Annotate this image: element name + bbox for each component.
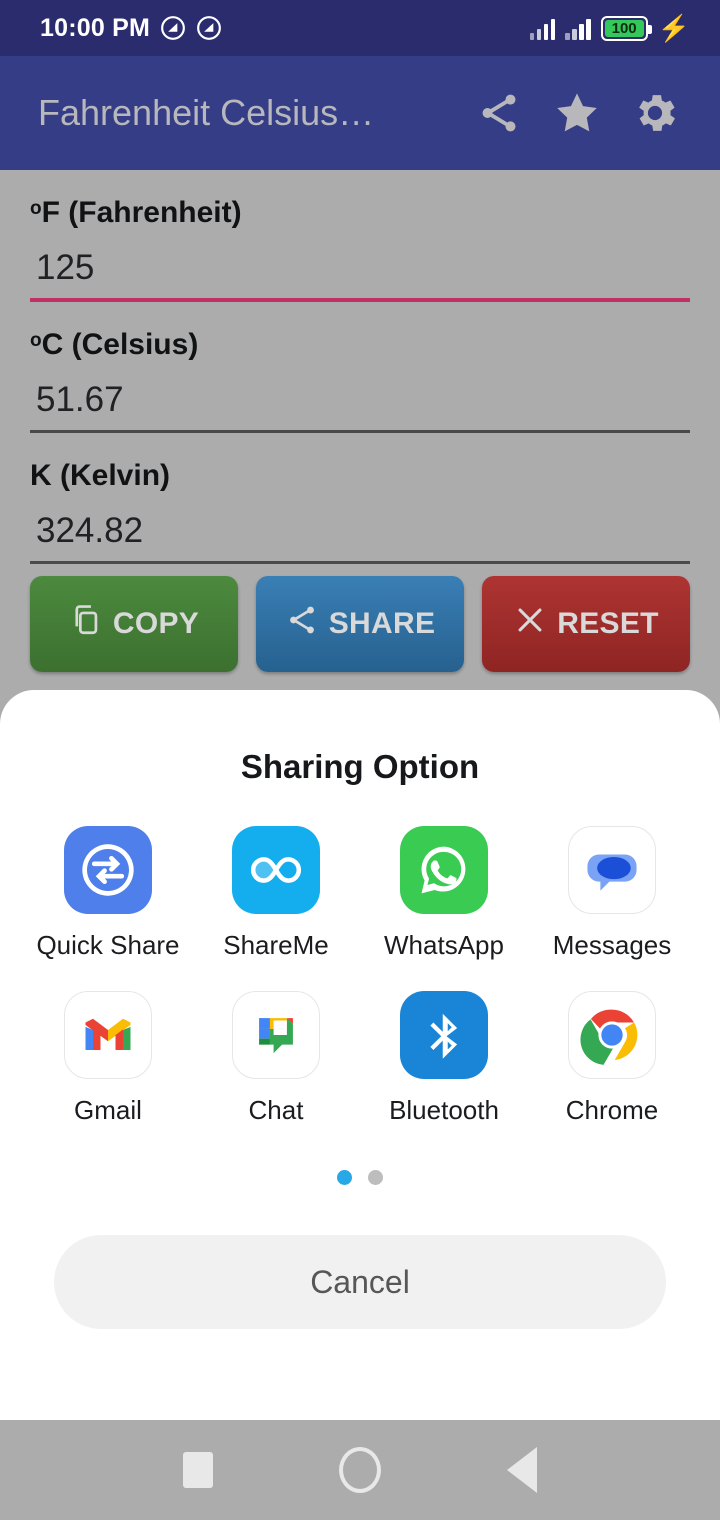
status-bar-right: 100 ⚡ xyxy=(529,13,704,43)
copy-button[interactable]: COPY xyxy=(30,576,238,672)
share-target-bluetooth[interactable]: Bluetooth xyxy=(360,991,528,1126)
share-target-shareme[interactable]: ShareMe xyxy=(192,826,360,961)
battery-icon: 100 xyxy=(600,15,652,41)
share-app-grid: Quick Share ShareMe WhatsApp Messages Gm… xyxy=(0,786,720,1126)
action-button-row: COPY SHARE RESET xyxy=(0,564,720,672)
charging-bolt-icon: ⚡ xyxy=(657,13,690,43)
circle-icon[interactable] xyxy=(339,1447,381,1493)
pager-dot-1[interactable] xyxy=(337,1170,352,1185)
status-bar-left: 10:00 PM xyxy=(16,14,222,43)
share-icon[interactable] xyxy=(460,74,538,152)
system-nav-bar xyxy=(0,1420,720,1520)
google-messages-icon xyxy=(568,826,656,914)
do-not-disturb-icon xyxy=(196,15,222,41)
field-celsius: oC (Celsius) 51.67 xyxy=(0,302,720,433)
app-bar: Fahrenheit Celsius… xyxy=(0,56,720,170)
phone-screen: 10:00 PM 100 ⚡ Fahrenheit Celsius… oF (F… xyxy=(0,0,720,1520)
field-kelvin: K (Kelvin) 324.82 xyxy=(0,433,720,564)
share-target-label: WhatsApp xyxy=(384,930,504,960)
fahrenheit-input[interactable]: 125 xyxy=(30,230,690,298)
pager-dots[interactable] xyxy=(0,1126,720,1185)
quick-share-icon xyxy=(64,826,152,914)
gear-icon[interactable] xyxy=(616,74,694,152)
share-sheet: Sharing Option Quick Share ShareMe Whats… xyxy=(0,690,720,1420)
copy-icon xyxy=(69,603,103,645)
field-label-celsius: oC (Celsius) xyxy=(30,328,199,361)
share-target-gmail[interactable]: Gmail xyxy=(24,991,192,1126)
share-target-quick-share[interactable]: Quick Share xyxy=(24,826,192,961)
signal-bars-icon xyxy=(529,16,556,40)
share-target-label: Quick Share xyxy=(36,930,180,960)
triangle-left-icon[interactable] xyxy=(507,1447,537,1493)
square-icon[interactable] xyxy=(183,1452,213,1488)
copy-button-label: COPY xyxy=(112,607,200,640)
chrome-icon xyxy=(568,991,656,1079)
status-clock: 10:00 PM xyxy=(40,13,150,42)
signal-bars-icon xyxy=(565,16,591,40)
celsius-input[interactable]: 51.67 xyxy=(30,362,690,430)
share-icon xyxy=(285,603,319,645)
share-target-label: Gmail xyxy=(74,1095,142,1125)
whatsapp-icon xyxy=(400,826,488,914)
battery-percent-label: 100 xyxy=(611,19,637,37)
degree-symbol: o xyxy=(30,330,42,351)
share-target-chrome[interactable]: Chrome xyxy=(528,991,696,1126)
gmail-icon xyxy=(64,991,152,1079)
share-target-messages[interactable]: Messages xyxy=(528,826,696,961)
status-bar: 10:00 PM 100 ⚡ xyxy=(0,0,720,56)
share-target-label: Messages xyxy=(552,930,672,960)
kelvin-input[interactable]: 324.82 xyxy=(30,493,690,561)
page-title: Fahrenheit Celsius… xyxy=(38,92,375,133)
share-target-label: ShareMe xyxy=(223,930,329,960)
pager-dot-2[interactable] xyxy=(368,1170,383,1185)
field-fahrenheit: oF (Fahrenheit) 125 xyxy=(0,170,720,302)
share-target-label: Bluetooth xyxy=(389,1095,499,1125)
share-target-whatsapp[interactable]: WhatsApp xyxy=(360,826,528,961)
close-x-icon xyxy=(513,603,547,645)
share-button-label: SHARE xyxy=(328,607,436,640)
degree-symbol: o xyxy=(30,198,42,219)
do-not-disturb-icon xyxy=(160,15,186,41)
bluetooth-icon xyxy=(400,991,488,1079)
star-icon[interactable] xyxy=(538,74,616,152)
cancel-button[interactable]: Cancel xyxy=(54,1235,666,1329)
google-chat-icon xyxy=(232,991,320,1079)
field-label-fahrenheit: oF (Fahrenheit) xyxy=(30,196,242,229)
share-button[interactable]: SHARE xyxy=(256,576,464,672)
field-label-kelvin: K (Kelvin) xyxy=(30,459,171,492)
reset-button[interactable]: RESET xyxy=(482,576,690,672)
share-sheet-title: Sharing Option xyxy=(240,748,480,785)
share-target-chat[interactable]: Chat xyxy=(192,991,360,1126)
shareme-icon xyxy=(232,826,320,914)
reset-button-label: RESET xyxy=(557,607,659,640)
share-target-label: Chrome xyxy=(565,1095,659,1125)
share-target-label: Chat xyxy=(248,1095,304,1125)
